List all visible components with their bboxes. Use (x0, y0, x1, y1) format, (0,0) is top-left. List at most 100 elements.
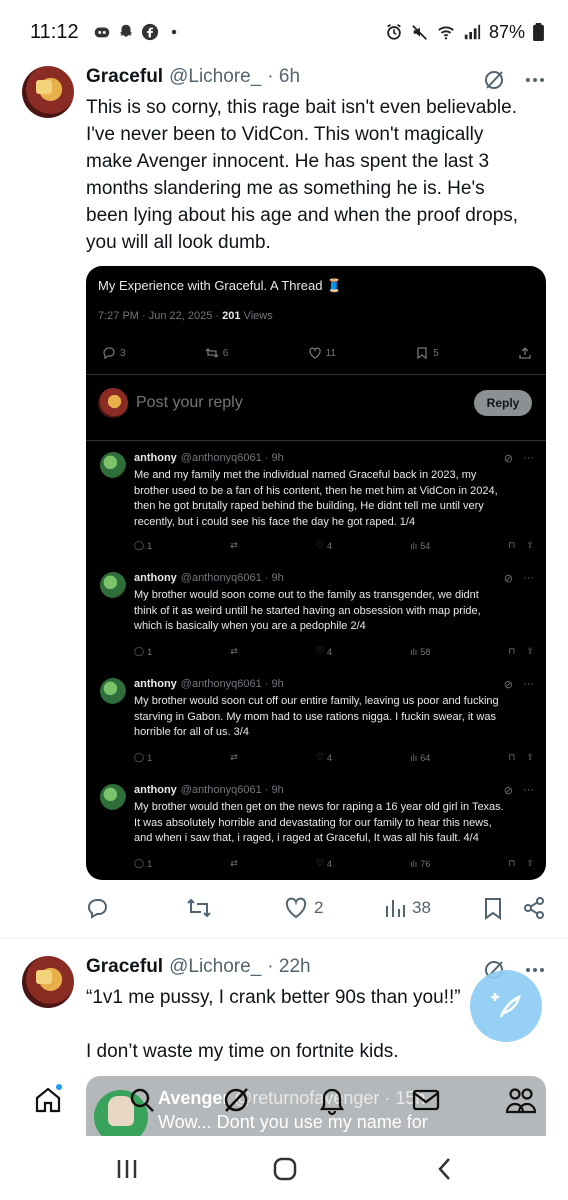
view-count: 38 (412, 898, 431, 917)
reply-icon: ◯ (134, 540, 145, 550)
display-name[interactable]: Graceful (86, 66, 163, 88)
thread-post: anthony @anthonyq6061 · 9h ⊘ ··· Me and my… (86, 452, 546, 552)
like-icon: ♡ (315, 540, 325, 550)
more-options-icon: ··· (523, 784, 534, 796)
more-options-icon: ··· (523, 572, 534, 584)
compose-button[interactable] (470, 970, 542, 1042)
avatar (100, 678, 126, 704)
nav-grok[interactable] (220, 1084, 252, 1116)
status-time: 11:12 (30, 20, 79, 43)
attached-screenshot[interactable]: My Experience with Graceful. A Thread 🧵 … (86, 266, 546, 880)
avatar[interactable] (22, 956, 74, 1008)
like-icon: ♡ (315, 858, 325, 868)
signal-icon (464, 24, 481, 40)
like-icon: ♡ (315, 752, 325, 762)
repost-icon: ⇄ (230, 540, 238, 550)
facebook-icon (141, 23, 158, 41)
tweet-time[interactable]: · 22h (267, 956, 310, 978)
reply-icon (103, 347, 115, 360)
embed-stats: 3 6 11 5 (102, 346, 532, 360)
display-name[interactable]: Graceful (86, 956, 163, 978)
home-button-icon[interactable] (272, 1156, 298, 1182)
thread-post: anthony @anthonyq6061 · 9h ⊘ ··· My brothe… (86, 572, 546, 672)
like-icon: ♡ (315, 646, 325, 656)
like-count: 2 (314, 898, 324, 917)
bookmark-icon: ⊓ (508, 540, 516, 550)
views-button[interactable]: 38 (384, 896, 431, 920)
views-icon: ılı (410, 646, 418, 657)
share-button[interactable] (522, 896, 546, 920)
repost-icon: ⇄ (230, 858, 238, 868)
nav-search[interactable] (126, 1084, 158, 1116)
more-options-icon: ··· (523, 678, 534, 690)
grok-icon: ⊘ (503, 453, 513, 465)
reply-button[interactable] (86, 896, 110, 920)
user-handle[interactable]: @Lichore_ (169, 956, 261, 978)
views-icon (386, 900, 405, 917)
communities-icon (505, 1088, 537, 1114)
reply-icon (88, 899, 107, 919)
reply-placeholder: Post your reply (136, 394, 243, 411)
alarm-icon (387, 24, 401, 40)
bottom-nav (0, 1070, 568, 1136)
tweet-header: Graceful @Lichore_ · 6h (86, 66, 300, 88)
more-options-icon[interactable] (524, 69, 546, 91)
share-icon: ⇧ (526, 646, 534, 656)
thread-post: anthony @anthonyq6061 · 9h ⊘ ··· My brothe… (86, 784, 546, 880)
tweet-actions: 2 38 (86, 896, 548, 920)
repost-button[interactable] (186, 896, 212, 920)
recent-apps-icon[interactable] (114, 1156, 140, 1182)
grok-icon: ⊘ (503, 573, 513, 585)
grok-icon (224, 1088, 248, 1112)
avatar (98, 388, 128, 418)
repost-icon: ⇄ (230, 752, 238, 762)
tweet-time[interactable]: · 6h (267, 66, 300, 88)
embed-meta: 7:27 PM · Jun 22, 2025 · 201 Views (98, 310, 273, 322)
discord-icon (94, 27, 109, 38)
share-icon (524, 897, 544, 919)
nav-messages[interactable] (410, 1084, 442, 1116)
nav-notifications[interactable] (316, 1084, 348, 1116)
divider (86, 374, 546, 375)
nav-home[interactable] (32, 1084, 64, 1116)
bookmark-icon: ⊓ (508, 858, 516, 868)
bookmark-icon (485, 898, 501, 920)
views-icon: ılı (410, 752, 418, 763)
bell-icon (319, 1088, 345, 1116)
avatar (100, 452, 126, 478)
reply-icon: ◯ (134, 646, 145, 656)
share-icon: ⇧ (526, 540, 534, 550)
user-handle[interactable]: @Lichore_ (169, 66, 261, 88)
battery-icon (533, 23, 544, 41)
dot-icon (171, 29, 176, 35)
share-icon: ⇧ (526, 752, 534, 762)
compose-icon (491, 993, 521, 1018)
wifi-icon (438, 26, 454, 40)
avatar[interactable] (22, 66, 74, 118)
search-icon (130, 1088, 154, 1112)
battery-percent: 87% (488, 21, 525, 42)
share-icon (519, 347, 531, 359)
thread-post: anthony @anthonyq6061 · 9h ⊘ ··· My brothe… (86, 678, 546, 778)
like-icon (308, 347, 321, 359)
grok-icon[interactable] (482, 68, 506, 92)
reply-icon: ◯ (134, 752, 145, 762)
bookmark-icon (417, 347, 427, 360)
more-options-icon: ··· (523, 452, 534, 464)
views-icon: ılı (410, 540, 418, 551)
grok-icon: ⊘ (503, 785, 513, 797)
like-button[interactable]: 2 (284, 896, 323, 920)
bookmark-button[interactable] (482, 896, 504, 920)
reply-button: Reply (474, 390, 532, 416)
like-icon (285, 897, 307, 919)
home-icon (35, 1084, 62, 1113)
divider (0, 938, 568, 939)
grok-icon: ⊘ (503, 679, 513, 691)
back-icon[interactable] (432, 1156, 458, 1182)
system-navigation-bar (0, 1136, 568, 1200)
tweet-text: This is so corny, this rage bait isn't e… (86, 97, 519, 253)
nav-communities[interactable] (504, 1084, 537, 1116)
share-icon: ⇧ (526, 858, 534, 868)
embed-title: My Experience with Graceful. A Thread 🧵 (98, 278, 343, 293)
snapchat-icon (119, 24, 132, 37)
